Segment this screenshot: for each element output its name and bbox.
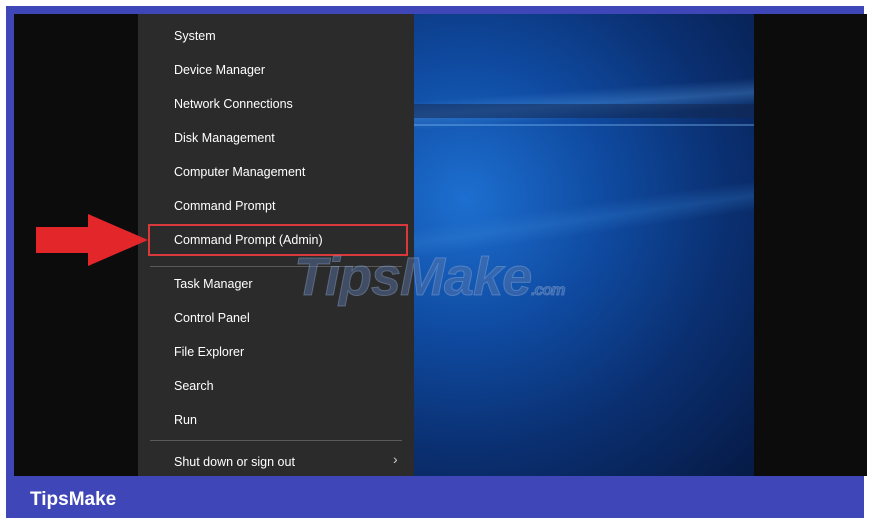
footer-brand: TipsMake — [30, 489, 117, 510]
menu-item-computer-management[interactable]: Computer Management — [174, 164, 305, 180]
menu-item-system[interactable]: System — [174, 28, 216, 44]
winx-context-menu: System Device Manager Network Connection… — [138, 14, 414, 476]
menu-separator — [150, 440, 402, 441]
menu-item-shutdown[interactable]: Shut down or sign out — [174, 454, 295, 470]
menu-item-task-manager[interactable]: Task Manager — [174, 276, 253, 292]
menu-item-control-panel[interactable]: Control Panel — [174, 310, 250, 326]
menu-item-file-explorer[interactable]: File Explorer — [174, 344, 244, 360]
red-arrow-icon — [36, 214, 148, 266]
menu-item-device-manager[interactable]: Device Manager — [174, 62, 265, 78]
menu-item-search[interactable]: Search — [174, 378, 214, 394]
menu-item-command-prompt[interactable]: Command Prompt — [174, 198, 275, 214]
screenshot: System Device Manager Network Connection… — [14, 14, 867, 476]
menu-item-network-connections[interactable]: Network Connections — [174, 96, 293, 112]
desktop-wallpaper — [414, 14, 754, 476]
menu-item-disk-management[interactable]: Disk Management — [174, 130, 275, 146]
menu-item-run[interactable]: Run — [174, 412, 197, 428]
chevron-right-icon: › — [393, 451, 398, 467]
tipsmake-watermark: TipsMake.com — [293, 247, 565, 308]
